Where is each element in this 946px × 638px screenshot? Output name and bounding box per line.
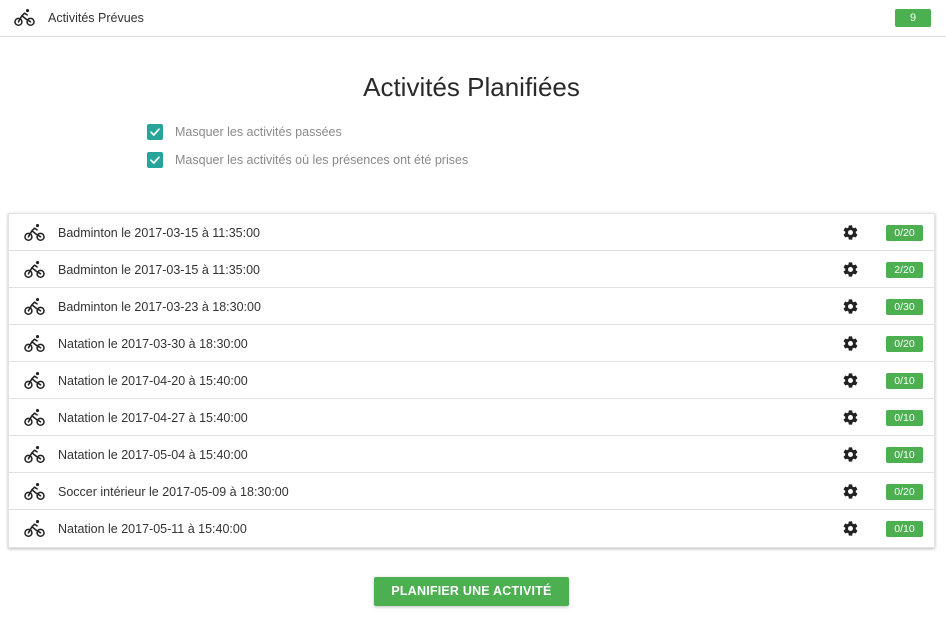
gear-icon[interactable] (842, 335, 859, 352)
attendance-count-badge: 0/20 (886, 336, 923, 352)
attendance-count-badge: 2/20 (886, 262, 923, 278)
list-item[interactable]: Badminton le 2017-03-15 à 11:35:00 0/20 (9, 214, 934, 251)
attendance-count-badge: 0/10 (886, 410, 923, 426)
attendance-count-badge: 0/20 (886, 484, 923, 500)
activity-label: Natation le 2017-04-27 à 15:40:00 (58, 411, 248, 425)
filter-hide-past[interactable]: Masquer les activités passées (147, 124, 342, 140)
list-item[interactable]: Natation le 2017-05-04 à 15:40:00 0/10 (9, 436, 934, 473)
list-item[interactable]: Natation le 2017-04-20 à 15:40:00 0/10 (9, 362, 934, 399)
attendance-count-badge: 0/10 (886, 447, 923, 463)
filter-label: Masquer les activités où les présences o… (175, 153, 469, 167)
gear-icon[interactable] (842, 261, 859, 278)
attendance-count-badge: 0/20 (886, 225, 923, 241)
activity-list: Badminton le 2017-03-15 à 11:35:00 0/20 … (8, 213, 935, 548)
bicycle-icon (24, 261, 45, 279)
activity-label: Natation le 2017-04-20 à 15:40:00 (58, 374, 248, 388)
activity-label: Natation le 2017-03-30 à 18:30:00 (58, 337, 248, 351)
app-title: Activités Prévues (48, 11, 144, 25)
bicycle-icon (24, 298, 45, 316)
activity-label: Badminton le 2017-03-23 à 18:30:00 (58, 300, 261, 314)
list-item[interactable]: Badminton le 2017-03-23 à 18:30:00 0/30 (9, 288, 934, 325)
checkmark-icon (150, 128, 160, 136)
top-bar: Activités Prévues 9 (0, 0, 946, 37)
bicycle-icon (24, 224, 45, 242)
checkbox-checked[interactable] (147, 124, 163, 140)
page-title: Activités Planifiées (363, 72, 580, 102)
filter-hide-attendance-taken[interactable]: Masquer les activités où les présences o… (147, 152, 468, 168)
activity-label: Natation le 2017-05-04 à 15:40:00 (58, 448, 248, 462)
bicycle-icon (14, 9, 35, 27)
gear-icon[interactable] (842, 483, 859, 500)
attendance-count-badge: 0/10 (886, 521, 923, 537)
list-item[interactable]: Natation le 2017-04-27 à 15:40:00 0/10 (9, 399, 934, 436)
bicycle-icon (24, 483, 45, 501)
plan-activity-button[interactable]: PLANIFIER UNE ACTIVITÉ (374, 577, 569, 606)
gear-icon[interactable] (842, 446, 859, 463)
bicycle-icon (24, 446, 45, 464)
bicycle-icon (24, 372, 45, 390)
bicycle-icon (24, 335, 45, 353)
bicycle-icon (24, 409, 45, 427)
gear-icon[interactable] (842, 409, 859, 426)
checkmark-icon (150, 156, 160, 164)
activity-count-badge: 9 (895, 9, 931, 27)
activity-label: Badminton le 2017-03-15 à 11:35:00 (58, 263, 261, 277)
list-item[interactable]: Natation le 2017-03-30 à 18:30:00 0/20 (9, 325, 934, 362)
bicycle-icon (24, 520, 45, 538)
gear-icon[interactable] (842, 224, 859, 241)
activity-label: Badminton le 2017-03-15 à 11:35:00 (58, 226, 261, 240)
gear-icon[interactable] (842, 372, 859, 389)
list-item[interactable]: Badminton le 2017-03-15 à 11:35:00 2/20 (9, 251, 934, 288)
filter-label: Masquer les activités passées (175, 125, 342, 139)
gear-icon[interactable] (842, 520, 859, 537)
activity-label: Soccer intérieur le 2017-05-09 à 18:30:0… (58, 485, 289, 499)
checkbox-checked[interactable] (147, 152, 163, 168)
list-item[interactable]: Natation le 2017-05-11 à 15:40:00 0/10 (9, 510, 934, 547)
list-item[interactable]: Soccer intérieur le 2017-05-09 à 18:30:0… (9, 473, 934, 510)
activity-label: Natation le 2017-05-11 à 15:40:00 (58, 522, 247, 536)
gear-icon[interactable] (842, 298, 859, 315)
attendance-count-badge: 0/30 (886, 299, 923, 315)
attendance-count-badge: 0/10 (886, 373, 923, 389)
